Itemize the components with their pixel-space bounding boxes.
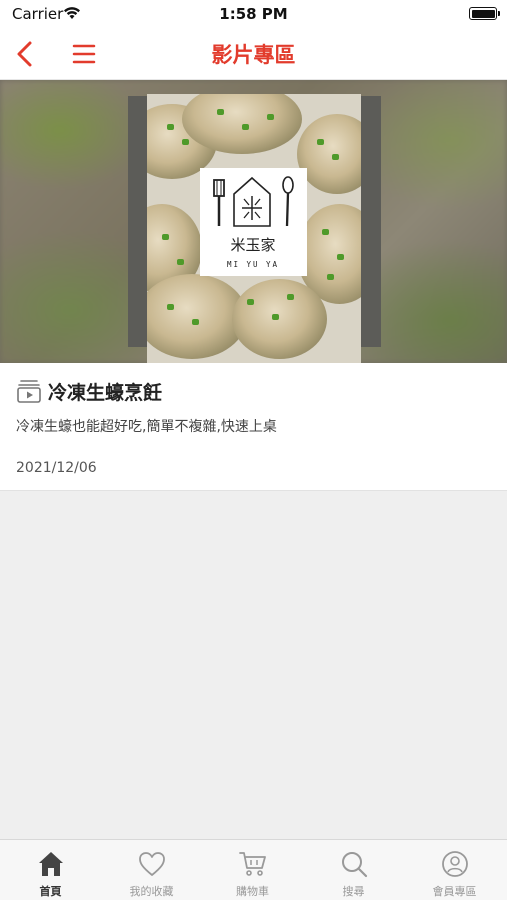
- menu-button[interactable]: [66, 36, 102, 72]
- chevron-left-icon: [17, 41, 32, 67]
- video-title: 冷凍生蠔烹飪: [48, 382, 163, 404]
- nav-bar: 影片專區: [0, 28, 507, 80]
- tab-home[interactable]: 首頁: [0, 840, 101, 900]
- hamburger-icon: [72, 44, 96, 64]
- heart-icon: [139, 852, 165, 876]
- status-bar: Carrier 1:58 PM: [0, 0, 507, 28]
- user-icon: [442, 851, 468, 877]
- video-description: 冷凍生蠔也能超好吃,簡單不複雜,快速上桌: [16, 419, 277, 435]
- tab-member[interactable]: 會員專區: [404, 840, 505, 900]
- video-card[interactable]: 米玉家 MI YU YA 冷凍生蠔烹飪 冷凍生蠔也能超好吃,簡單不複雜,快速上桌…: [0, 80, 507, 491]
- svg-text:米玉家: 米玉家: [230, 236, 275, 254]
- tab-search-label: 搜尋: [342, 885, 365, 898]
- status-time: 1:58 PM: [219, 5, 288, 23]
- video-title-row: 冷凍生蠔烹飪: [16, 378, 496, 404]
- tab-member-label: 會員專區: [432, 885, 477, 898]
- video-icon: [17, 380, 41, 403]
- home-icon: [39, 852, 63, 876]
- tab-home-label: 首頁: [39, 885, 62, 898]
- search-icon: [342, 852, 368, 878]
- tab-favorites-label: 我的收藏: [129, 885, 174, 898]
- battery-icon: [469, 7, 500, 20]
- tab-bar: 首頁 我的收藏 購物車 搜尋 會員專區: [0, 839, 507, 900]
- brand-logo: 米玉家 MI YU YA: [200, 168, 307, 276]
- video-thumbnail[interactable]: 米玉家 MI YU YA: [0, 80, 507, 363]
- svg-text:MI YU YA: MI YU YA: [227, 260, 279, 269]
- tab-search[interactable]: 搜尋: [303, 840, 404, 900]
- cart-icon: [239, 852, 266, 876]
- tab-favorites[interactable]: 我的收藏: [101, 840, 202, 900]
- tab-cart-label: 購物車: [236, 885, 269, 898]
- back-button[interactable]: [8, 36, 44, 72]
- video-date: 2021/12/06: [16, 460, 97, 476]
- tab-cart[interactable]: 購物車: [202, 840, 303, 900]
